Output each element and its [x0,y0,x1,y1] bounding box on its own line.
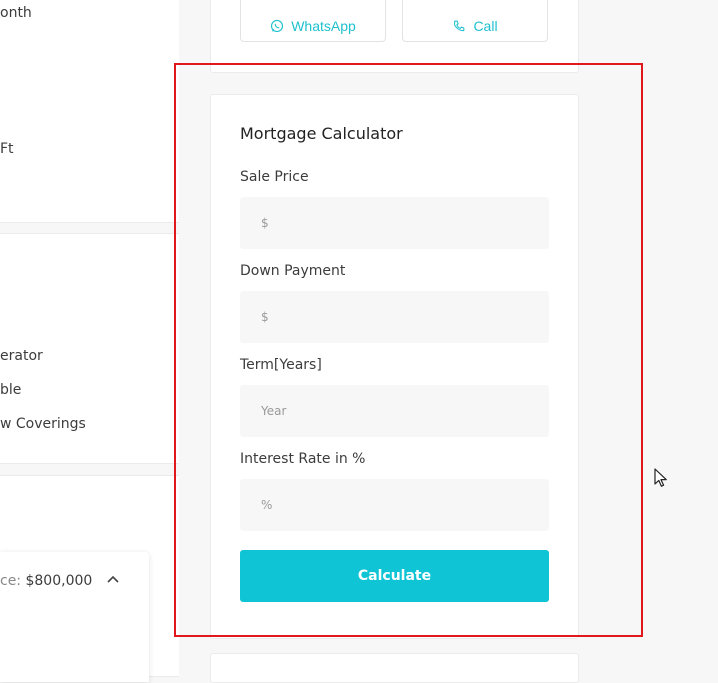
whatsapp-label: WhatsApp [291,18,356,34]
feature-window-coverings: w Coverings [0,416,86,432]
calculate-button[interactable]: Calculate [240,550,549,602]
mortgage-calculator-title: Mortgage Calculator [240,124,403,143]
price-label: ce: [0,573,22,589]
down-payment-input[interactable] [240,291,549,343]
sale-price-label: Sale Price [240,169,309,185]
phone-icon [454,20,465,32]
interest-rate-input[interactable] [240,479,549,531]
feature-refrigerator: erator [0,348,43,364]
term-years-label: Term[Years] [240,357,322,373]
whatsapp-icon [271,19,284,33]
price-summary: ce: $800,000 [0,573,92,589]
whatsapp-button[interactable]: WhatsApp [240,0,386,42]
listing-details-column: onth Ft erator ble w Coverings ce: $800,… [0,0,179,682]
detail-month-text: onth [0,5,32,21]
interest-rate-label: Interest Rate in % [240,451,366,467]
price-value: $800,000 [25,573,93,589]
call-label: Call [473,18,498,34]
term-years-input[interactable] [240,385,549,437]
down-payment-label: Down Payment [240,263,346,279]
next-sidebar-card [210,653,579,683]
chevron-up-icon[interactable] [106,572,120,586]
mouse-cursor-icon [654,468,667,487]
detail-sqft-text: Ft [0,141,14,157]
call-button[interactable]: Call [402,0,548,42]
price-dropdown[interactable] [0,552,149,682]
details-card [0,0,179,223]
sale-price-input[interactable] [240,197,549,249]
feature-table: ble [0,382,22,398]
